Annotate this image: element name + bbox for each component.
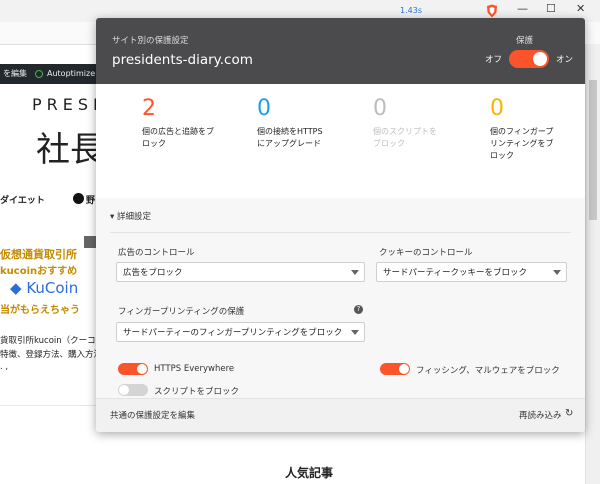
kucoin-logo-text: KuCoin xyxy=(26,279,79,297)
shields-footer: 共通の保護設定を編集 再読み込み ↻ xyxy=(96,398,585,432)
toggle-knob xyxy=(399,364,409,374)
cookie-control-value: サードパーティークッキーをブロック xyxy=(383,268,527,278)
stat-ads-label: 個の広告と追跡をブロック xyxy=(142,127,214,148)
kucoin-logo-icon: ◆ xyxy=(10,279,27,297)
ad-badge xyxy=(84,236,96,248)
ad-banner-line2[interactable]: kucoinおすすめ xyxy=(0,262,77,277)
fingerprinting-label: フィンガープリンティングの保護 xyxy=(118,307,245,317)
stat-https-count: 0 xyxy=(257,96,271,121)
phishing-malware-label: フィッシング、マルウェアをブロック xyxy=(416,366,560,376)
chevron-down-icon xyxy=(553,270,561,275)
toggle-knob xyxy=(119,385,129,395)
stat-ads-trackers: 2 個の広告と追跡をブロック xyxy=(142,96,246,150)
reload-link[interactable]: 再読み込み xyxy=(519,409,562,421)
shields-stats: 2 個の広告と追跡をブロック 0 個の接続をHTTPSにアップグレード 0 個の… xyxy=(96,84,585,198)
advanced-settings-toggle[interactable]: ▾ 詳細設定 xyxy=(110,210,151,222)
reload-icon[interactable]: ↻ xyxy=(565,408,573,419)
load-time-readout: 1.43s xyxy=(400,6,422,15)
scrollbar-thumb[interactable] xyxy=(589,80,597,220)
cookie-control-label: クッキーのコントロール xyxy=(379,248,473,258)
https-everywhere-label: HTTPS Everywhere xyxy=(154,364,235,374)
shields-on-label: オン xyxy=(556,55,574,65)
help-icon[interactable]: ? xyxy=(354,305,363,314)
stat-scripts-blocked: 0 個のスクリプトをブロック xyxy=(373,96,477,150)
toggle-knob xyxy=(137,364,147,374)
stat-fp-label: 個のフィンガープリンティングをブロック xyxy=(490,127,554,160)
shields-main-toggle[interactable] xyxy=(509,50,549,68)
site-logo-text[interactable]: PRESI xyxy=(32,95,103,114)
https-everywhere-toggle[interactable] xyxy=(118,363,148,375)
edit-global-settings-link[interactable]: 共通の保護設定を編集 xyxy=(110,409,195,421)
nav-item-next[interactable]: 野 xyxy=(86,193,95,206)
cookie-control-select[interactable]: サードパーティークッキーをブロック xyxy=(376,262,567,282)
maximize-button[interactable]: ☐ xyxy=(546,2,556,15)
kucoin-logo[interactable]: ◆ KuCoin xyxy=(10,279,78,297)
article-title-line1[interactable]: 貨取引所kucoin（クーコイ xyxy=(0,334,104,346)
fingerprinting-value: サードパーティーのフィンガープリンティングをブロック xyxy=(123,328,343,338)
article-title-line2[interactable]: 特徴、登録方法、購入方法 xyxy=(0,348,102,360)
stat-fingerprinting-blocked: 0 個のフィンガープリンティングをブロック xyxy=(490,96,585,162)
fingerprinting-select[interactable]: サードパーティーのフィンガープリンティングをブロック xyxy=(116,322,365,342)
stat-scripts-count: 0 xyxy=(373,96,387,121)
nav-item-diet[interactable]: ダイエット xyxy=(0,193,45,206)
stat-fp-count: 0 xyxy=(490,96,504,121)
phishing-malware-toggle[interactable] xyxy=(380,363,410,375)
stat-scripts-label: 個のスクリプトをブロック xyxy=(373,127,437,148)
stat-https-upgrades: 0 個の接続をHTTPSにアップグレード xyxy=(257,96,361,150)
chevron-down-icon xyxy=(351,330,359,335)
popular-articles-heading: 人気記事 xyxy=(285,466,334,480)
advanced-settings: ▾ 詳細設定 広告のコントロール 広告をブロック クッキーのコントロール サード… xyxy=(96,198,585,432)
wp-admin-bar: を編集 Autoptimize xyxy=(0,64,96,84)
ad-banner-line1[interactable]: 仮想通貨取引所 xyxy=(0,246,77,262)
per-site-settings-label: サイト別の保護設定 xyxy=(112,36,189,46)
minimize-button[interactable]: — xyxy=(517,2,528,15)
stat-https-label: 個の接続をHTTPSにアップグレード xyxy=(257,127,323,148)
admin-edit-link[interactable]: を編集 xyxy=(3,64,27,84)
site-logo-kanji[interactable]: 社長 xyxy=(36,122,104,171)
article-meta: . , xyxy=(0,362,9,372)
chevron-down-icon xyxy=(351,270,359,275)
block-scripts-label: スクリプトをブロック xyxy=(154,387,240,397)
toggle-knob xyxy=(533,52,547,66)
brave-shields-icon[interactable] xyxy=(485,4,499,18)
site-hostname: presidents-diary.com xyxy=(112,52,253,68)
ad-control-value: 広告をブロック xyxy=(123,268,183,278)
admin-autoptimize-link[interactable]: Autoptimize xyxy=(47,64,95,84)
stat-ads-count: 2 xyxy=(142,96,156,121)
shields-panel: サイト別の保護設定 presidents-diary.com 保護 オフ オン … xyxy=(96,18,585,432)
block-scripts-toggle[interactable] xyxy=(118,384,148,396)
close-window-button[interactable]: ✕ xyxy=(576,2,585,15)
autoptimize-status-icon xyxy=(35,70,43,78)
ad-banner-line3[interactable]: 当がもらえちゃう xyxy=(0,301,80,316)
ad-control-label: 広告のコントロール xyxy=(118,248,195,258)
nav-item-icon xyxy=(73,193,84,204)
shields-off-label: オフ xyxy=(485,55,503,65)
shields-toggle-label: 保護 xyxy=(516,36,534,46)
ad-control-select[interactable]: 広告をブロック xyxy=(116,262,365,282)
advanced-divider xyxy=(110,232,571,233)
shields-header: サイト別の保護設定 presidents-diary.com 保護 オフ オン xyxy=(96,18,585,84)
